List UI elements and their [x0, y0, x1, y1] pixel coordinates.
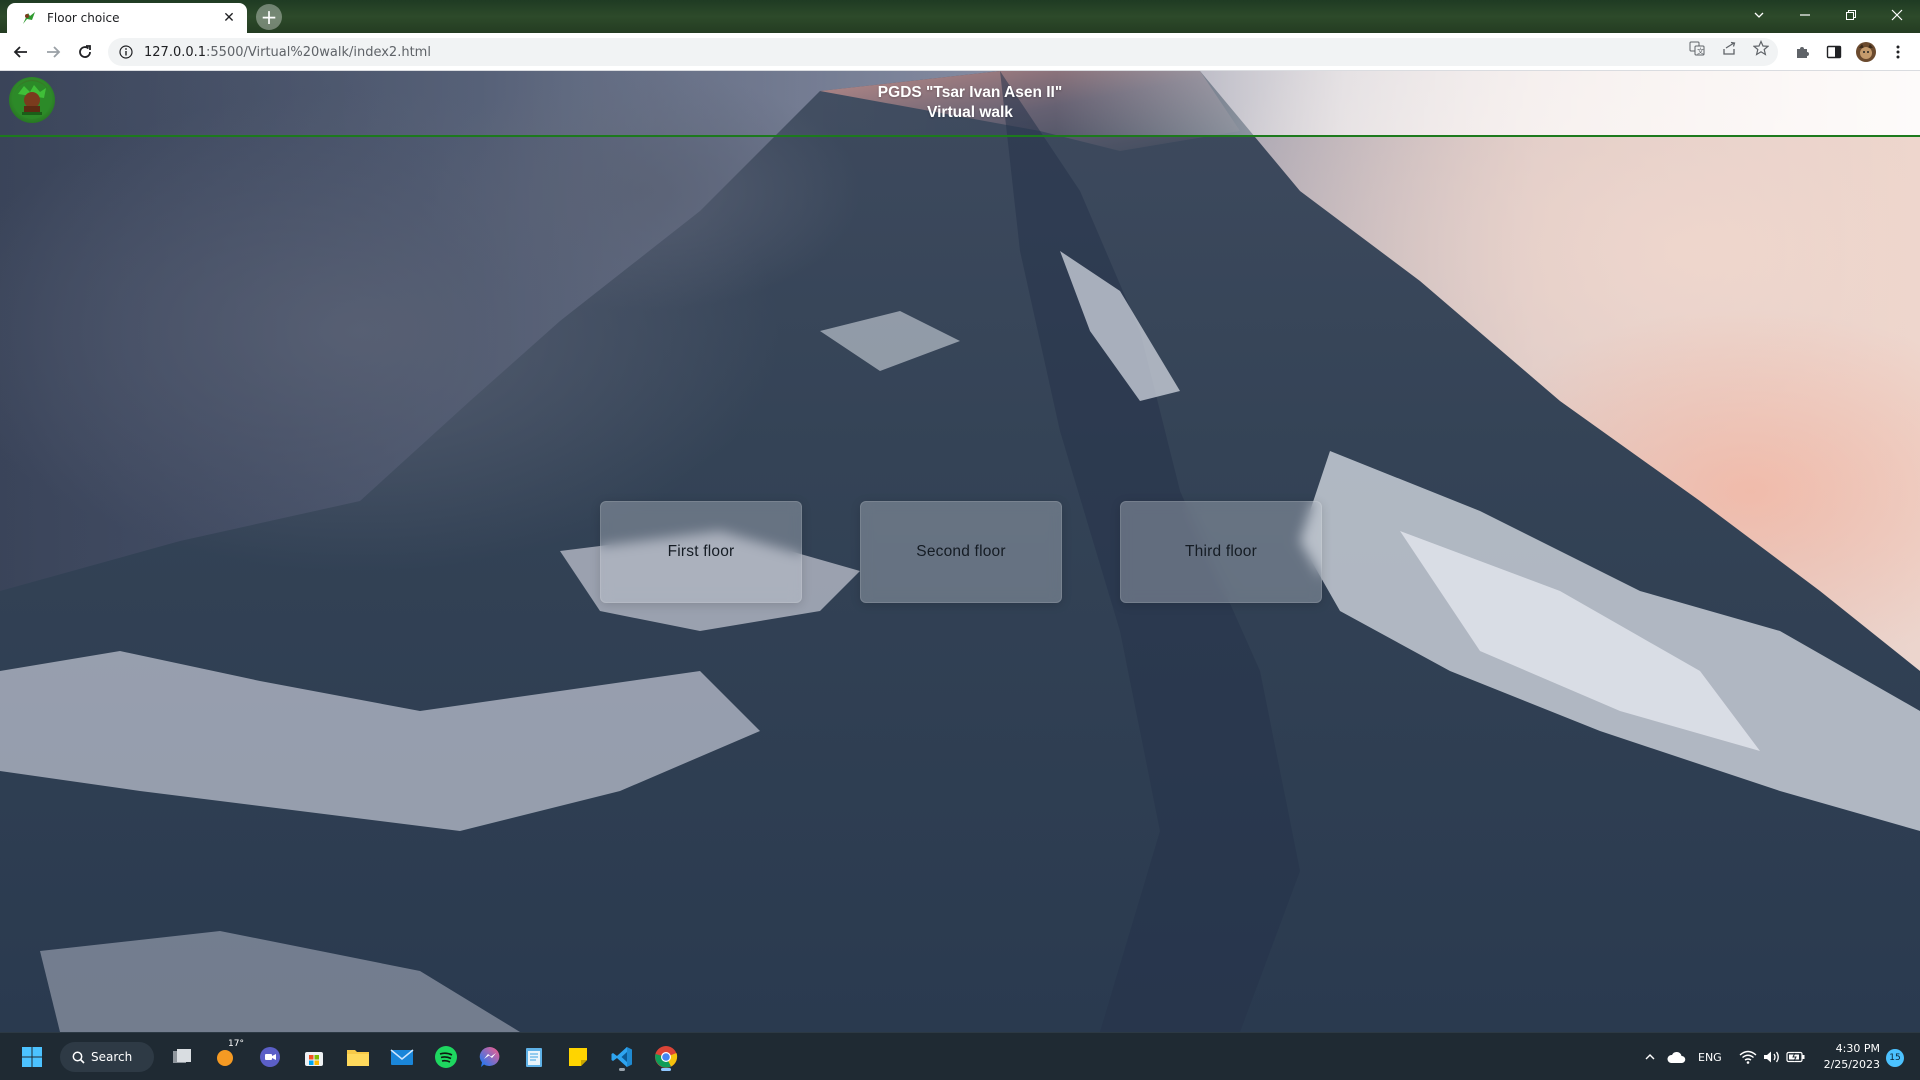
share-icon[interactable] [1720, 39, 1738, 57]
notepad-icon[interactable] [518, 1041, 550, 1073]
second-floor-button[interactable]: Second floor [860, 501, 1062, 603]
vscode-open-indicator [619, 1068, 625, 1071]
language-indicator[interactable]: ENG [1698, 1051, 1722, 1064]
mail-icon[interactable] [386, 1041, 418, 1073]
clock[interactable]: 4:30 PM 2/25/2023 [1818, 1041, 1880, 1073]
browser-menu-icon[interactable] [1888, 42, 1908, 62]
weather-badge: 17° [228, 1039, 244, 1049]
task-view-icon[interactable] [166, 1041, 198, 1073]
browser-titlebar: Floor choice ✕ + [0, 0, 1920, 33]
new-tab-button[interactable]: + [256, 4, 282, 30]
messenger-icon[interactable] [474, 1041, 506, 1073]
translate-icon[interactable]: 文 [1688, 39, 1706, 57]
third-floor-button[interactable]: Third floor [1120, 501, 1322, 603]
close-window-icon[interactable] [1874, 0, 1920, 30]
bookmark-star-icon[interactable] [1752, 39, 1770, 57]
forward-arrow-icon[interactable] [40, 39, 66, 65]
notification-badge[interactable]: 15 [1886, 1049, 1904, 1067]
page-viewport: PGDS "Tsar Ivan Asen II" Virtual walk Fi… [0, 71, 1920, 1032]
show-hidden-icons-chevron-icon[interactable] [1640, 1041, 1660, 1073]
desktop-screen: Floor choice ✕ + 127.0.0.1:5500/Virtual%… [0, 0, 1920, 1080]
first-floor-label: First floor [667, 543, 735, 560]
taskbar-search[interactable]: Search [60, 1042, 154, 1072]
plus-icon: + [260, 5, 278, 29]
windows-taskbar: Search 17° ENG 4:30 PM 2/25/2023 15 [0, 1032, 1920, 1080]
page-subtitle: Virtual walk [927, 104, 1013, 121]
extensions-puzzle-icon[interactable] [1792, 42, 1812, 62]
url-path: :5500/Virtual%20walk/index2.html [206, 44, 431, 60]
search-label: Search [91, 1050, 133, 1064]
clock-time: 4:30 PM [1835, 1042, 1880, 1055]
restore-icon[interactable] [1828, 0, 1874, 30]
site-header: PGDS "Tsar Ivan Asen II" Virtual walk [0, 71, 1920, 137]
teams-chat-icon[interactable] [254, 1041, 286, 1073]
onedrive-cloud-icon[interactable] [1662, 1041, 1690, 1073]
address-bar[interactable]: 127.0.0.1:5500/Virtual%20walk/index2.htm… [108, 38, 1778, 66]
chrome-icon[interactable] [650, 1041, 682, 1073]
back-arrow-icon[interactable] [8, 39, 34, 65]
side-panel-icon[interactable] [1824, 42, 1844, 62]
tab-close-icon[interactable]: ✕ [219, 8, 239, 28]
windows-start-icon[interactable] [16, 1041, 48, 1073]
tab-favicon-icon [21, 10, 37, 26]
tab-search-chevron-icon[interactable] [1736, 0, 1782, 30]
url-host: 127.0.0.1 [144, 44, 207, 60]
wifi-icon[interactable] [1736, 1041, 1760, 1073]
battery-icon[interactable] [1784, 1041, 1808, 1073]
search-icon [72, 1051, 85, 1064]
minimize-icon[interactable] [1782, 0, 1828, 30]
notification-count: 15 [1889, 1053, 1901, 1063]
url-text: 127.0.0.1:5500/Virtual%20walk/index2.htm… [144, 45, 431, 60]
svg-text:文: 文 [1697, 47, 1704, 56]
browser-tab-floor-choice[interactable]: Floor choice ✕ [7, 3, 247, 33]
spotify-icon[interactable] [430, 1041, 462, 1073]
volume-icon[interactable] [1760, 1041, 1784, 1073]
school-name: PGDS "Tsar Ivan Asen II" [877, 84, 1063, 101]
sticky-notes-icon[interactable] [562, 1041, 594, 1073]
chrome-active-indicator [661, 1068, 671, 1071]
reload-icon[interactable] [72, 39, 98, 65]
third-floor-label: Third floor [1185, 543, 1257, 560]
first-floor-button[interactable]: First floor [600, 501, 802, 603]
weather-widget-icon[interactable]: 17° [210, 1039, 244, 1073]
microsoft-store-icon[interactable] [298, 1041, 330, 1073]
browser-toolbar: 127.0.0.1:5500/Virtual%20walk/index2.htm… [0, 33, 1920, 71]
site-info-icon[interactable] [118, 44, 134, 60]
vscode-icon[interactable] [606, 1041, 638, 1073]
profile-avatar[interactable] [1856, 42, 1876, 62]
file-explorer-icon[interactable] [342, 1041, 374, 1073]
tab-title: Floor choice [47, 11, 120, 25]
clock-date: 2/25/2023 [1823, 1058, 1880, 1071]
second-floor-label: Second floor [916, 543, 1006, 560]
header-titles: PGDS "Tsar Ivan Asen II" Virtual walk [0, 83, 1920, 123]
